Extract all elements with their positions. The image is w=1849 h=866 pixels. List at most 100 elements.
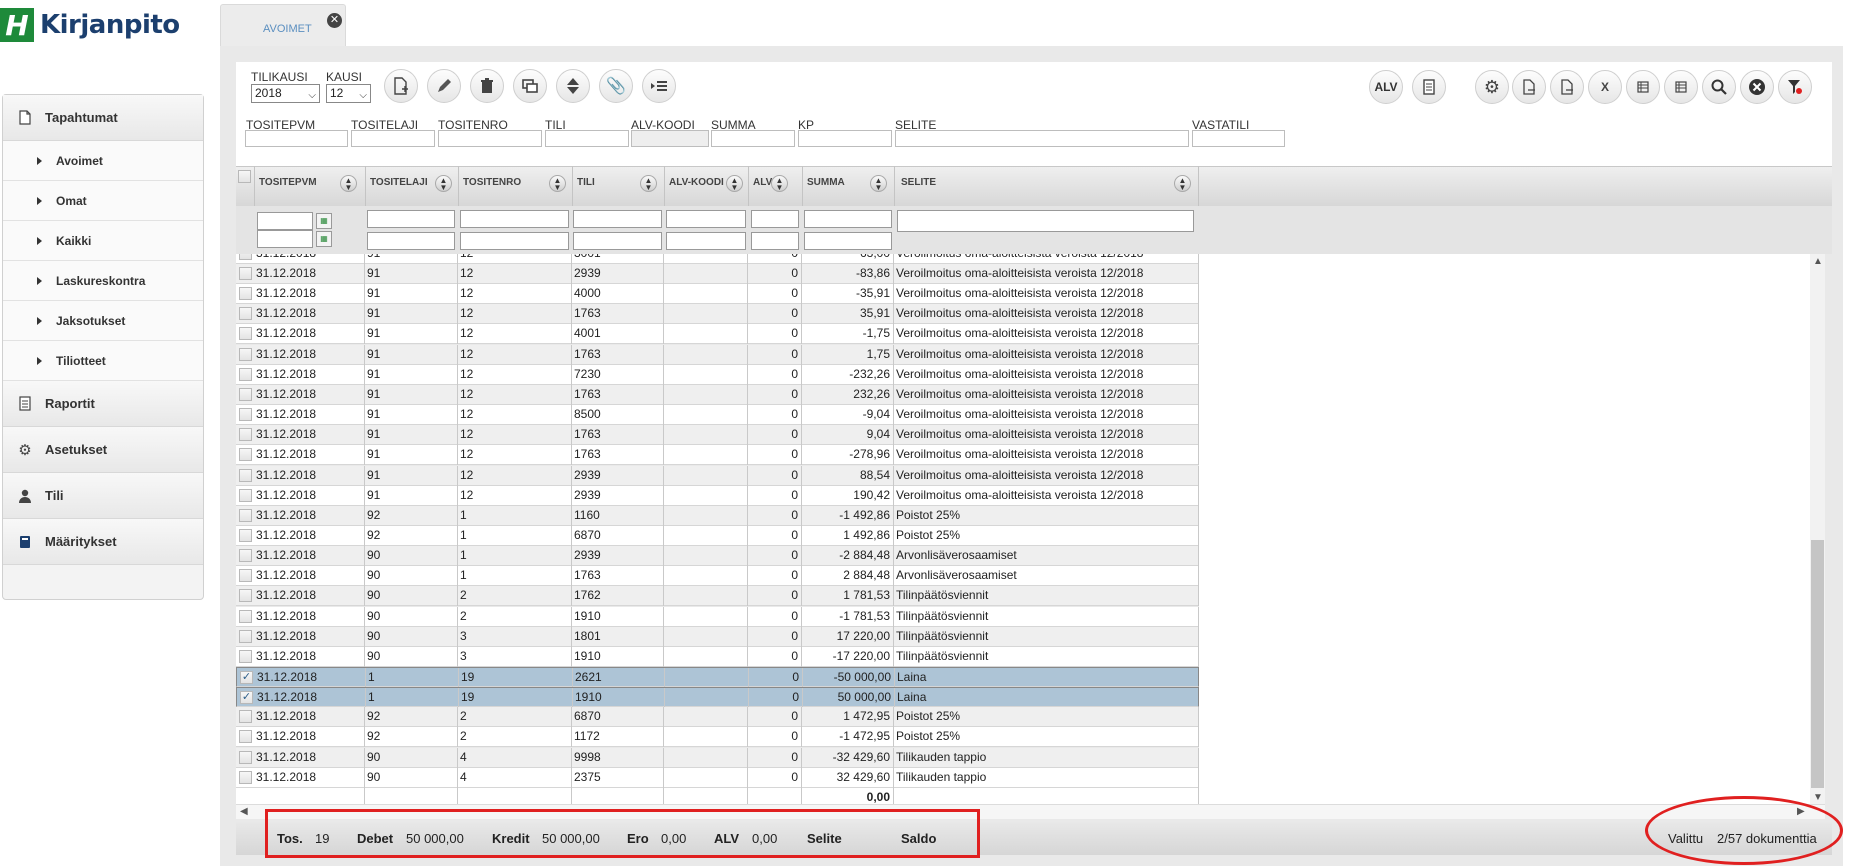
table-row[interactable]: 31.12.2018 90 2 1762 0 1 781,53 Tilinpäätösvie… — [236, 586, 1199, 607]
row-checkbox[interactable] — [239, 254, 252, 260]
search-input-alv-koodi[interactable] — [631, 130, 709, 147]
sidebar-item-avoimet[interactable]: Avoimet — [3, 141, 203, 181]
sort-icon[interactable]: ▲ ▼ — [771, 175, 788, 192]
row-checkbox[interactable] — [239, 508, 252, 522]
sidebar-item-kaikki[interactable]: Kaikki — [3, 221, 203, 261]
column-header-alv-koodi[interactable]: ALV-KOODI — [669, 174, 727, 191]
filter-summa-input-2[interactable] — [804, 232, 892, 250]
table-row[interactable]: 31.12.2018 90 4 9998 0 -32 429,60 Tilikauden t… — [236, 747, 1199, 768]
table-alt-button[interactable] — [1664, 70, 1698, 104]
copy-button[interactable] — [513, 69, 547, 103]
row-checkbox[interactable] — [239, 649, 252, 663]
table-row[interactable]: 31.12.2018 91 12 2939 0 88,54 Veroilmoitus oma… — [236, 465, 1199, 486]
attachment-button[interactable]: 📎 — [599, 69, 633, 103]
search-input-summa[interactable] — [711, 130, 795, 147]
filter-tositenro-input-2[interactable] — [460, 232, 569, 250]
filter-clear-button[interactable] — [1778, 70, 1812, 104]
sort-icon[interactable]: ▲ ▼ — [726, 175, 743, 192]
alv-button[interactable]: ALV — [1369, 70, 1403, 104]
row-checkbox[interactable] — [239, 589, 252, 603]
column-header-tositenro[interactable]: TOSITENRO — [463, 174, 521, 191]
sidebar-section-tili[interactable]: Tili — [3, 473, 203, 519]
filter-tili-input-2[interactable] — [573, 232, 662, 250]
table-row[interactable]: 31.12.2018 91 12 8500 0 -9,04 Veroilmoitus oma… — [236, 405, 1199, 426]
clear-button[interactable] — [1740, 70, 1774, 104]
sidebar-section-maaritykset[interactable]: Määritykset — [3, 519, 203, 565]
sidebar-item-tiliotteet[interactable]: Tiliotteet — [3, 341, 203, 381]
search-button[interactable] — [1702, 70, 1736, 104]
close-icon[interactable]: ✕ — [327, 13, 342, 28]
row-checkbox[interactable] — [239, 347, 252, 361]
table-row[interactable]: 31.12.2018 91 12 2939 0 -83,86 Veroilmoitus om… — [236, 264, 1199, 284]
row-checkbox[interactable] — [239, 327, 252, 341]
table-row[interactable]: 31.12.2018 91 12 1763 0 1,75 Veroilmoitus oma-… — [236, 344, 1199, 365]
export-alt-button[interactable] — [1550, 70, 1584, 104]
column-header-tositepvm[interactable]: TOSITEPVM — [259, 174, 317, 191]
sort-button[interactable] — [556, 69, 590, 103]
row-checkbox[interactable] — [239, 428, 252, 442]
scroll-left-icon[interactable]: ◀ — [240, 806, 248, 817]
filter-selite-input[interactable] — [897, 210, 1194, 232]
report-button[interactable] — [1412, 70, 1446, 104]
search-input-tili[interactable] — [545, 130, 629, 147]
search-input-selite[interactable] — [895, 130, 1189, 147]
table-row[interactable]: 31.12.2018 90 4 2375 0 32 429,60 Tilikauden ta… — [236, 767, 1199, 788]
row-checkbox[interactable] — [239, 387, 252, 401]
row-checkbox[interactable] — [239, 528, 252, 542]
sidebar-item-jaksotukset[interactable]: Jaksotukset — [3, 301, 203, 341]
filter-alv-percent-input[interactable] — [751, 210, 799, 228]
filter-tositenro-input[interactable] — [460, 210, 569, 228]
calendar-icon[interactable]: ▦ — [316, 231, 332, 247]
delete-button[interactable] — [470, 69, 504, 103]
table-row[interactable]: 31.12.2018 92 2 6870 0 1 472,95 Poistot 25% — [236, 707, 1199, 728]
row-checkbox[interactable] — [239, 770, 252, 784]
filter-tili-input[interactable] — [573, 210, 662, 228]
date-to-input[interactable] — [257, 230, 313, 248]
vertical-scrollbar-thumb[interactable] — [1811, 540, 1824, 788]
tab-avoimet[interactable]: AVOIMET ✕ — [220, 4, 346, 46]
filter-alv-percent-input-2[interactable] — [751, 232, 799, 250]
row-checkbox[interactable] — [239, 448, 252, 462]
sidebar-section-raportit[interactable]: Raportit — [3, 381, 203, 427]
sidebar-item-omat[interactable]: Omat — [3, 181, 203, 221]
filter-alv-koodi-input[interactable] — [666, 210, 746, 228]
sort-icon[interactable]: ▲ ▼ — [549, 175, 566, 192]
filter-tositelaji-input-2[interactable] — [367, 232, 455, 250]
table-row[interactable]: 31.12.2018 90 3 1801 0 17 220,00 Tilinpäätösvi… — [236, 626, 1199, 647]
sidebar-section-tapahtumat[interactable]: Tapahtumat — [3, 95, 203, 141]
scroll-up-icon[interactable]: ▲ — [1813, 256, 1823, 267]
search-input-tositenro[interactable] — [438, 130, 542, 147]
table-row[interactable]: 31.12.2018 91 12 1763 0 -278,96 Veroilmoitus o… — [236, 445, 1199, 466]
calendar-icon[interactable]: ▦ — [316, 213, 332, 229]
select-all-checkbox[interactable] — [238, 170, 251, 183]
table-row[interactable]: 31.12.2018 92 1 6870 0 1 492,86 Poistot 25% — [236, 525, 1199, 546]
row-checkbox[interactable] — [239, 468, 252, 482]
table-row[interactable]: 31.12.2018 91 12 1763 0 35,91 Veroilmoitus oma… — [236, 304, 1199, 325]
filter-alv-koodi-input-2[interactable] — [666, 232, 746, 250]
table-row[interactable]: 31.12.2018 91 12 7230 0 -232,26 Veroilmoitus o… — [236, 364, 1199, 385]
row-checkbox[interactable] — [239, 609, 252, 623]
search-input-tositelaji[interactable] — [351, 130, 435, 147]
table-row[interactable]: 31.12.2018 91 12 2939 0 190,42 Veroilmoitus om… — [236, 485, 1199, 506]
row-checkbox[interactable] — [239, 267, 252, 280]
row-checkbox[interactable] — [239, 730, 252, 744]
table-row[interactable]: 31.12.2018 91 12 1763 0 9,04 Veroilmoitus oma-… — [236, 425, 1199, 446]
table-row[interactable]: 31.12.2018 91 12 4000 0 -35,91 Veroilmoitus om… — [236, 284, 1199, 305]
search-input-tositepvm[interactable] — [245, 130, 348, 147]
row-checkbox[interactable] — [239, 750, 252, 764]
filter-summa-input[interactable] — [804, 210, 892, 228]
table-row[interactable]: ✓ 31.12.2018 1 19 2621 0 -50 000,00 Laina — [236, 667, 1199, 688]
row-checkbox[interactable] — [239, 549, 252, 563]
row-checkbox[interactable] — [239, 287, 252, 301]
export-button[interactable] — [1512, 70, 1546, 104]
excel-button[interactable]: X — [1588, 70, 1622, 104]
new-document-button[interactable] — [384, 69, 418, 103]
table-row[interactable]: 31.12.2018 92 2 1172 0 -1 472,95 Poistot 25% — [236, 727, 1199, 748]
sort-icon[interactable]: ▲ ▼ — [640, 175, 657, 192]
search-input-vastatili[interactable] — [1192, 130, 1285, 147]
table-row[interactable]: 31.12.2018 91 12 1763 0 232,26 Veroilmoitus om… — [236, 384, 1199, 405]
table-button[interactable] — [1626, 70, 1660, 104]
table-row[interactable]: 31.12.2018 90 3 1910 0 -17 220,00 Tilinpäätösv… — [236, 646, 1199, 667]
column-header-selite[interactable]: SELITE — [901, 174, 936, 191]
sort-icon[interactable]: ▲ ▼ — [340, 175, 357, 192]
